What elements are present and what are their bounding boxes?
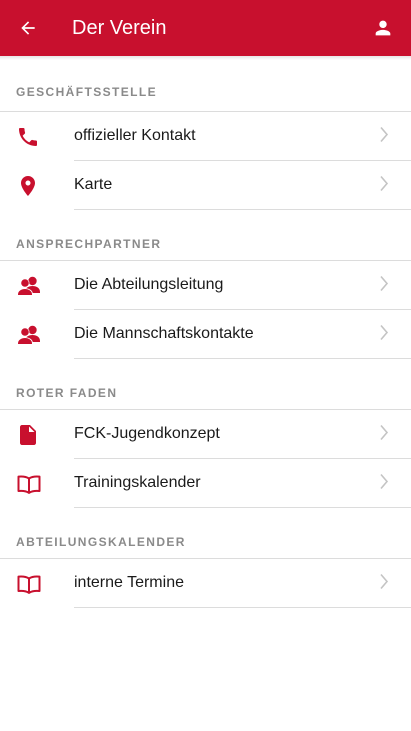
map-pin-icon (0, 174, 74, 198)
list-item-trainingskalender[interactable]: Trainingskalender (0, 459, 411, 508)
list-item-label: interne Termine (74, 559, 411, 608)
book-icon (0, 573, 74, 595)
person-icon[interactable] (371, 16, 395, 40)
list-item-karte[interactable]: Karte (0, 161, 411, 210)
chevron-right-icon (379, 324, 389, 345)
list-item-interne-termine[interactable]: interne Termine (0, 559, 411, 608)
chevron-right-icon (379, 573, 389, 594)
chevron-right-icon (379, 473, 389, 494)
section-header-roter-faden: ROTER FADEN (0, 359, 411, 410)
list-item-fck-jugendkonzept[interactable]: FCK-Jugendkonzept (0, 410, 411, 459)
chevron-right-icon (379, 424, 389, 445)
section-header-ansprechpartner: ANSPRECHPARTNER (0, 210, 411, 261)
list-item-label: offizieller Kontakt (74, 112, 411, 161)
list-item-abteilungsleitung[interactable]: Die Abteilungsleitung (0, 261, 411, 310)
people-icon (0, 324, 74, 346)
list-item-mannschaftskontakte[interactable]: Die Mannschaftskontakte (0, 310, 411, 359)
chevron-right-icon (379, 275, 389, 296)
arrow-back-icon[interactable] (16, 16, 40, 40)
people-icon (0, 275, 74, 297)
list-item-label: Die Abteilungsleitung (74, 261, 411, 310)
book-icon (0, 473, 74, 495)
chevron-right-icon (379, 175, 389, 196)
app-bar: Der Verein (0, 0, 411, 56)
section-header-abteilungskalender: ABTEILUNGSKALENDER (0, 508, 411, 559)
phone-icon (0, 125, 74, 149)
list-item-label: Die Mannschaftskontakte (74, 310, 411, 359)
list-item-label: Karte (74, 161, 411, 210)
section-header-geschaeftsstelle: GESCHÄFTSSTELLE (0, 60, 411, 112)
page-title: Der Verein (72, 16, 167, 39)
list-item-offizieller-kontakt[interactable]: offizieller Kontakt (0, 112, 411, 161)
document-icon (0, 423, 74, 447)
chevron-right-icon (379, 126, 389, 147)
list-item-label: Trainingskalender (74, 459, 411, 508)
list-item-label: FCK-Jugendkonzept (74, 410, 411, 459)
